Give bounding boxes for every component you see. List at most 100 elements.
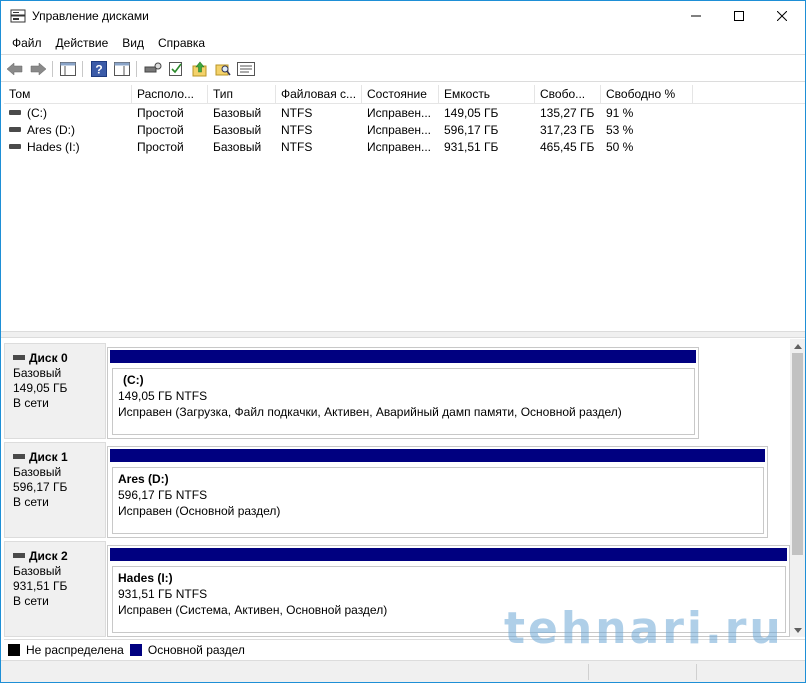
volume-row[interactable]: Ares (D:) Простой Базовый NTFS Исправен.…: [4, 122, 805, 139]
cell-filesystem: NTFS: [281, 140, 313, 154]
disk-management-app-icon: [10, 9, 26, 23]
search-button[interactable]: [213, 59, 233, 79]
properties-view-icon: [114, 62, 130, 76]
help-button[interactable]: ?: [89, 59, 109, 79]
disk-management-window: Управление дисками Файл Действие Вид Спр…: [0, 0, 806, 683]
cell-status: Исправен...: [367, 123, 432, 137]
scroll-down-button[interactable]: [790, 623, 805, 637]
scroll-up-button[interactable]: [790, 339, 805, 353]
partition-info: (C:) 149,05 ГБ NTFS Исправен (Загрузка, …: [112, 368, 695, 435]
toolbar-separator: [52, 61, 53, 77]
disk-icon: [13, 454, 25, 460]
status-separator: [588, 664, 589, 680]
column-header-free-space[interactable]: Свобо...: [535, 85, 601, 104]
check-button[interactable]: [166, 59, 186, 79]
disk-map-pane: Диск 0 Базовый 149,05 ГБ В сети (C:) 149…: [4, 339, 790, 637]
column-header-layout[interactable]: Располо...: [132, 85, 208, 104]
title-bar: Управление дисками: [1, 1, 805, 32]
disk-status: В сети: [13, 396, 49, 410]
column-header-free-percent[interactable]: Свободно %: [601, 85, 693, 104]
close-icon: [777, 11, 787, 21]
toolbar-separator: [82, 61, 83, 77]
menu-view[interactable]: Вид: [115, 36, 151, 50]
volume-name: Ares (D:): [27, 123, 75, 137]
disk-size: 149,05 ГБ: [13, 381, 68, 395]
column-header-capacity[interactable]: Емкость: [439, 85, 535, 104]
cell-free-percent: 91 %: [606, 106, 634, 120]
cell-layout: Простой: [137, 106, 184, 120]
maximize-button[interactable]: [716, 1, 762, 31]
disk-key-icon: [144, 62, 162, 73]
cell-free-percent: 50 %: [606, 140, 634, 154]
checklist-icon: [169, 62, 182, 76]
column-header-filesystem[interactable]: Файловая с...: [276, 85, 362, 104]
show-hide-console-tree-button[interactable]: [58, 59, 78, 79]
disk-label[interactable]: Диск 2 Базовый 931,51 ГБ В сети: [4, 541, 106, 637]
disk-size: 931,51 ГБ: [13, 579, 68, 593]
menu-action[interactable]: Действие: [49, 36, 116, 50]
cell-status: Исправен...: [367, 106, 432, 120]
disk-status: В сети: [13, 594, 49, 608]
list-window-icon: [237, 62, 255, 76]
legend-label: Не распределена: [26, 642, 124, 657]
partition-name: (C:): [123, 373, 144, 387]
drive-icon: [9, 144, 21, 150]
vertical-scrollbar[interactable]: [790, 339, 805, 637]
disk-icon: [13, 355, 25, 361]
connect-disk-button[interactable]: [143, 59, 163, 79]
drive-icon: [9, 127, 21, 133]
cell-type: Базовый: [213, 106, 262, 120]
legend-swatch: [8, 643, 20, 656]
console-tree-icon: [60, 62, 76, 76]
import-button[interactable]: [190, 59, 210, 79]
partition-state: Исправен (Основной раздел): [118, 504, 281, 518]
primary-partition-bar: [110, 350, 696, 363]
partition-block[interactable]: (C:) 149,05 ГБ NTFS Исправен (Загрузка, …: [107, 347, 699, 439]
volume-name: (C:): [27, 106, 47, 120]
menu-file[interactable]: Файл: [5, 36, 49, 50]
cell-status: Исправен...: [367, 140, 432, 154]
minimize-button[interactable]: [673, 1, 719, 31]
back-button[interactable]: [5, 59, 25, 79]
disk-label[interactable]: Диск 0 Базовый 149,05 ГБ В сети: [4, 343, 106, 439]
disk-type: Базовый: [13, 564, 62, 578]
menu-bar: Файл Действие Вид Справка: [1, 32, 805, 54]
cell-free-percent: 53 %: [606, 123, 634, 137]
cell-filesystem: NTFS: [281, 123, 313, 137]
disk-status: В сети: [13, 495, 49, 509]
volume-list: Том Располо... Тип Файловая с... Состоян…: [4, 85, 805, 331]
toolbar-separator: [136, 61, 137, 77]
toolbar: ?: [1, 54, 805, 82]
scroll-thumb[interactable]: [792, 353, 803, 555]
legend-item-primary: Основной раздел: [129, 642, 245, 657]
volume-name: Hades (I:): [27, 140, 80, 154]
cell-filesystem: NTFS: [281, 106, 313, 120]
disk-name: Диск 1: [29, 450, 68, 464]
menu-help[interactable]: Справка: [151, 36, 212, 50]
cell-volume: Hades (I:): [4, 139, 132, 156]
legend-label: Основной раздел: [147, 642, 245, 657]
disk-label[interactable]: Диск 1 Базовый 596,17 ГБ В сети: [4, 442, 106, 538]
status-bar: [1, 660, 805, 682]
volume-row[interactable]: (C:) Простой Базовый NTFS Исправен... 14…: [4, 105, 805, 122]
cell-type: Базовый: [213, 123, 262, 137]
disk-icon: [13, 553, 25, 559]
partition-block[interactable]: Ares (D:) 596,17 ГБ NTFS Исправен (Основ…: [107, 446, 768, 538]
disk-type: Базовый: [13, 465, 62, 479]
volume-row[interactable]: Hades (I:) Простой Базовый NTFS Исправен…: [4, 139, 805, 156]
column-header-type[interactable]: Тип: [208, 85, 276, 104]
disk-name: Диск 2: [29, 549, 68, 563]
properties-view-button[interactable]: [112, 59, 132, 79]
cell-capacity: 596,17 ГБ: [444, 123, 499, 137]
help-icon: ?: [91, 61, 107, 77]
pane-splitter[interactable]: [1, 331, 805, 338]
folder-search-icon: [215, 64, 231, 76]
column-header-volume[interactable]: Том: [4, 85, 132, 104]
forward-button[interactable]: [28, 59, 48, 79]
close-button[interactable]: [759, 1, 805, 31]
column-header-status[interactable]: Состояние: [362, 85, 439, 104]
disk-name: Диск 0: [29, 351, 68, 365]
rescan-button[interactable]: [236, 59, 256, 79]
disk-size: 596,17 ГБ: [13, 480, 68, 494]
disk-row: Диск 0 Базовый 149,05 ГБ В сети (C:) 149…: [4, 341, 790, 439]
